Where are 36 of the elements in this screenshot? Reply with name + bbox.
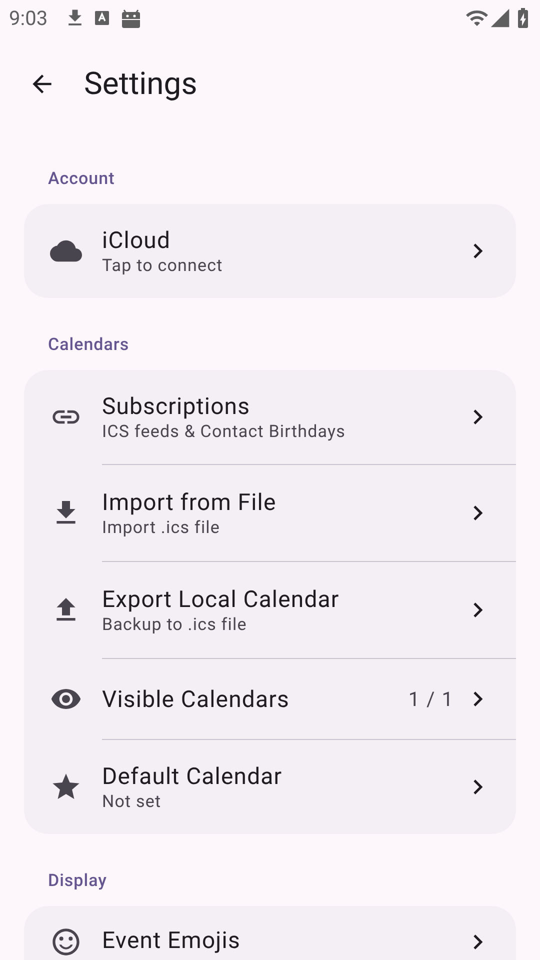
item-title: Export Local Calendar bbox=[102, 584, 340, 614]
smiley-icon bbox=[50, 926, 82, 958]
settings-item[interactable]: Subscriptions ICS feeds & Contact Birthdays bbox=[24, 370, 516, 464]
settings-item[interactable]: Event Emojis bbox=[24, 906, 516, 960]
settings-item[interactable]: Default Calendar Not set bbox=[24, 740, 516, 834]
signal-icon bbox=[489, 7, 511, 29]
settings-item[interactable]: Import from File Import .ics file bbox=[24, 465, 516, 561]
settings-item[interactable]: Export Local Calendar Backup to .ics file bbox=[24, 562, 516, 658]
item-value: 1 / 1 bbox=[408, 686, 454, 713]
item-title: Visible Calendars bbox=[102, 684, 290, 714]
item-title: Import from File bbox=[102, 488, 278, 516]
item-subtitle: Not set bbox=[102, 790, 162, 812]
item-title: Default Calendar bbox=[102, 762, 284, 790]
item-title: Subscriptions bbox=[102, 392, 252, 420]
item-title: Event Emojis bbox=[102, 926, 242, 955]
section-header: Display bbox=[48, 870, 107, 894]
settings-item[interactable]: iCloud Tap to connect bbox=[24, 204, 516, 298]
item-subtitle: Import .ics file bbox=[102, 516, 222, 538]
status-time: 9:03 bbox=[9, 5, 48, 32]
page-title: Settings bbox=[84, 64, 198, 104]
section-header: Account bbox=[48, 168, 115, 192]
section-header: Calendars bbox=[48, 334, 130, 358]
chevron-icon bbox=[473, 409, 483, 425]
chevron-icon bbox=[473, 602, 483, 618]
item-subtitle: Backup to .ics file bbox=[102, 614, 248, 636]
chevron-icon bbox=[473, 779, 483, 795]
settings-item[interactable]: Visible Calendars 1 / 1 bbox=[24, 659, 516, 739]
android-icon bbox=[120, 7, 142, 29]
keyboard-notification-icon bbox=[94, 10, 110, 26]
chevron-icon bbox=[473, 505, 483, 521]
chevron-icon bbox=[473, 243, 483, 259]
chevron-icon bbox=[473, 934, 483, 950]
item-subtitle: ICS feeds & Contact Birthdays bbox=[102, 420, 346, 442]
chevron-icon bbox=[473, 691, 483, 707]
item-subtitle: Tap to connect bbox=[102, 254, 224, 276]
item-title: iCloud bbox=[102, 226, 172, 254]
